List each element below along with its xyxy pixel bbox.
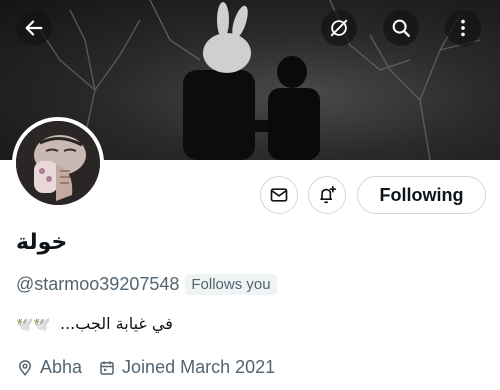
message-button[interactable] xyxy=(260,176,298,214)
follows-you-badge: Follows you xyxy=(185,274,277,295)
user-handle: @starmoo39207548 xyxy=(16,274,180,294)
location-text: Abha xyxy=(40,357,83,377)
envelope-icon xyxy=(270,188,288,202)
joined-item: Joined March 2021 xyxy=(98,357,275,378)
search-button[interactable] xyxy=(383,10,419,46)
joined-text: Joined March 2021 xyxy=(122,357,276,377)
handle-row: @starmoo39207548 Follows you xyxy=(16,274,277,295)
location-pin-icon xyxy=(18,359,32,376)
more-options-button[interactable] xyxy=(445,10,481,46)
profile-meta: Abha Joined March 2021 xyxy=(16,357,291,378)
arrow-left-icon xyxy=(25,20,43,36)
bell-plus-icon xyxy=(320,185,337,204)
avatar[interactable] xyxy=(12,117,104,209)
grok-icon xyxy=(330,19,348,37)
location-item: Abha xyxy=(16,357,82,378)
bio-text: في غيابة الجب... xyxy=(59,314,173,333)
grok-button[interactable] xyxy=(321,10,357,46)
calendar-icon xyxy=(100,360,114,375)
notifications-button[interactable] xyxy=(308,176,346,214)
bio: 🕊️🕊️ في غيابة الجب... xyxy=(16,314,173,333)
bio-emoji: 🕊️🕊️ xyxy=(16,317,51,333)
following-button[interactable]: Following xyxy=(357,176,486,214)
back-button[interactable] xyxy=(16,10,52,46)
more-vertical-icon xyxy=(461,19,465,37)
avatar-image xyxy=(16,121,100,205)
display-name: خولة xyxy=(16,230,68,255)
search-icon xyxy=(392,19,410,37)
